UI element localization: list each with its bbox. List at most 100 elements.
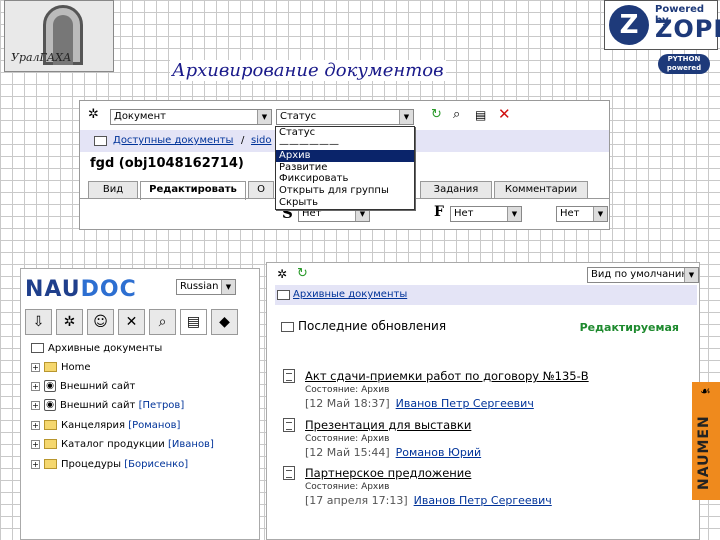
tree-item[interactable]: + Home: [31, 361, 91, 375]
expand-icon[interactable]: +: [31, 439, 40, 449]
language-select[interactable]: Russian ▼: [176, 279, 236, 295]
left-navigation-panel: NAUDOC Russian ▼ ⇩ ✲ ☺ ✕ ⌕ ▤ ◆ Архивные …: [20, 268, 260, 540]
document-type-value: Документ: [114, 111, 166, 122]
tree-root[interactable]: Архивные документы: [31, 343, 162, 354]
naudoc-logo: NAUDOC: [25, 277, 137, 302]
chevron-down-icon: ▼: [684, 268, 698, 282]
documents-icon[interactable]: ▤: [180, 309, 207, 335]
page-title: Архивирование документов: [170, 60, 446, 81]
document-date: [17 апреля 17:13]: [305, 494, 408, 507]
expand-icon[interactable]: +: [31, 362, 40, 372]
status-option[interactable]: Фиксировать: [276, 173, 414, 185]
tree-item-label: Home: [61, 362, 91, 373]
tree-root-label: Архивные документы: [48, 343, 163, 354]
status-option-divider: ——————: [279, 138, 339, 150]
expand-icon[interactable]: +: [31, 381, 40, 391]
search-icon[interactable]: ⌕: [149, 309, 176, 335]
format-select-2-value: Нет: [454, 208, 474, 219]
document-author-link[interactable]: Романов Юрий: [396, 446, 481, 459]
recent-updates-title: Последние обновления: [298, 319, 447, 333]
document-date: [12 Май 18:37]: [305, 397, 390, 410]
status-option[interactable]: Статус: [276, 127, 414, 139]
zope-word: ZOPE: [655, 15, 720, 43]
tree-item[interactable]: + ◉ Внешний сайт [Петров]: [31, 399, 184, 413]
status-select[interactable]: Статус ▼: [276, 109, 414, 125]
expand-icon[interactable]: +: [31, 459, 40, 469]
expand-icon[interactable]: +: [31, 420, 40, 430]
document-icon: [283, 369, 295, 383]
folder-icon: [281, 321, 294, 332]
python-badge: PYTHON powered: [658, 54, 710, 74]
document-entry: Акт сдачи-приемки работ по договору №135…: [283, 369, 589, 410]
breadcrumb-link-archive[interactable]: Архивные документы: [293, 289, 407, 300]
chevron-down-icon: ▼: [221, 280, 235, 294]
naumen-mark-icon: ☙: [700, 384, 711, 398]
right-content-panel: ✲ ↻ Вид по умолчанию ▼ Архивные документ…: [266, 262, 700, 540]
chevron-down-icon: ▼: [257, 110, 271, 124]
delete-icon[interactable]: ✕: [498, 105, 511, 123]
tree-item-owner: [Иванов]: [168, 439, 214, 450]
status-option[interactable]: Развитие: [276, 162, 414, 174]
tree-item[interactable]: + Канцелярия [Романов]: [31, 419, 180, 433]
view-select[interactable]: Вид по умолчанию ▼: [587, 267, 699, 283]
search-icon[interactable]: ⌕: [453, 107, 460, 122]
format-select-2[interactable]: Нет ▼: [450, 206, 522, 222]
print-icon[interactable]: ▤: [475, 108, 486, 122]
folder-icon: [94, 136, 107, 146]
users-icon[interactable]: ☺: [87, 309, 114, 335]
tree-item[interactable]: + Каталог продукции [Иванов]: [31, 438, 214, 452]
document-state: Состояние: Архив: [305, 482, 390, 492]
refresh-icon[interactable]: ↻: [431, 107, 442, 122]
font-f-icon[interactable]: F: [434, 204, 444, 220]
book-icon[interactable]: ◆: [211, 309, 238, 335]
network-icon[interactable]: ✲: [277, 267, 287, 281]
site-icon: ◉: [44, 399, 56, 411]
logo-text: УралГАХА: [11, 51, 72, 64]
tab-hidden[interactable]: О: [248, 181, 274, 199]
tab-tasks[interactable]: Задания: [420, 181, 492, 199]
document-type-select[interactable]: Документ ▼: [110, 109, 272, 125]
format-select-3[interactable]: Нет ▼: [556, 206, 608, 222]
status-dropdown-menu[interactable]: Статус —————— Архив Развитие Фиксировать…: [275, 126, 415, 210]
document-icon: [283, 466, 295, 480]
breadcrumb-link-available[interactable]: Доступные документы: [113, 135, 233, 146]
zope-badge: Z Powered by ZOPE: [604, 0, 720, 50]
tree-item-label: Внешний сайт: [60, 400, 136, 411]
chevron-down-icon: ▼: [399, 110, 413, 124]
document-title-link[interactable]: Партнерское предложение: [305, 466, 552, 480]
document-icon: [283, 418, 295, 432]
folder-icon: [44, 459, 57, 469]
breadcrumb-link-sido[interactable]: sido: [251, 135, 271, 146]
breadcrumb-separator: /: [241, 135, 245, 146]
folder-icon: [44, 439, 57, 449]
tab-comments[interactable]: Комментарии: [494, 181, 588, 199]
status-option-archive[interactable]: Архив: [276, 150, 414, 162]
network-icon[interactable]: ✲: [56, 309, 83, 335]
refresh-icon[interactable]: ↻: [297, 266, 308, 281]
status-option[interactable]: Скрыть: [276, 197, 414, 209]
document-author-link[interactable]: Иванов Петр Сергеевич: [414, 494, 552, 507]
document-title-link[interactable]: Презентация для выставки: [305, 418, 481, 432]
expand-icon[interactable]: +: [31, 400, 40, 410]
network-icon[interactable]: ✲: [88, 107, 99, 122]
workflow-icon[interactable]: ⇩: [25, 309, 52, 335]
folder-icon: [44, 362, 57, 372]
zope-logo-icon: Z: [609, 5, 649, 45]
document-author-link[interactable]: Иванов Петр Сергеевич: [396, 397, 534, 410]
tree-item-label: Внешний сайт: [60, 381, 136, 392]
format-select-3-value: Нет: [560, 208, 580, 219]
naumen-side-logo: ☙ NAUMEN: [692, 382, 720, 500]
folder-icon: [31, 343, 44, 353]
site-icon: ◉: [44, 380, 56, 392]
status-option[interactable]: Открыть для группы: [276, 185, 414, 197]
tools-icon[interactable]: ✕: [118, 309, 145, 335]
tree-item-owner: [Петров]: [138, 400, 185, 411]
breadcrumb: Архивные документы: [275, 285, 697, 305]
language-value: Russian: [180, 281, 219, 292]
tree-item-label: Процедуры: [61, 459, 122, 470]
tree-item[interactable]: + ◉ Внешний сайт: [31, 380, 135, 394]
top-toolbar: ✲ Документ ▼ Статус ▼ ↻ ⌕ ▤ ✕: [80, 101, 609, 129]
tab-view[interactable]: Вид: [88, 181, 138, 199]
document-title-link[interactable]: Акт сдачи-приемки работ по договору №135…: [305, 369, 589, 383]
tree-item[interactable]: + Процедуры [Борисенко]: [31, 458, 188, 472]
